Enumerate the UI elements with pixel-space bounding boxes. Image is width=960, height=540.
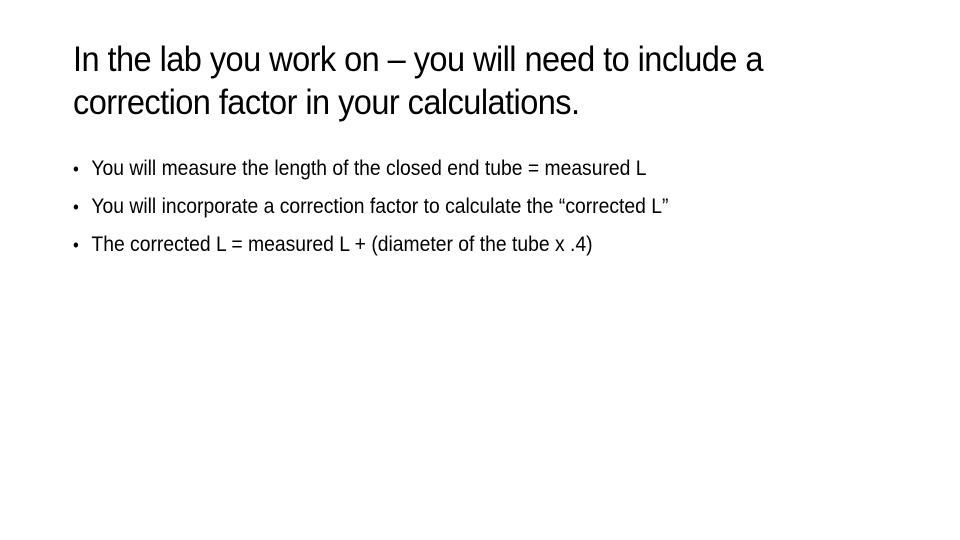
bullet-text: The corrected L = measured L + (diameter…: [91, 233, 593, 256]
slide: In the lab you work on – you will need t…: [0, 0, 960, 540]
bullet-text: You will measure the length of the close…: [91, 157, 647, 180]
slide-title: In the lab you work on – you will need t…: [73, 40, 763, 122]
bullet-item: • You will measure the length of the clo…: [73, 150, 864, 188]
bullet-item: • The corrected L = measured L + (diamet…: [73, 226, 864, 264]
bullet-icon: •: [73, 197, 79, 217]
bullet-list: • You will measure the length of the clo…: [73, 150, 864, 264]
bullet-icon: •: [73, 235, 79, 255]
bullet-text: You will incorporate a correction factor…: [91, 195, 669, 218]
bullet-icon: •: [73, 159, 79, 179]
bullet-item: • You will incorporate a correction fact…: [73, 188, 864, 226]
